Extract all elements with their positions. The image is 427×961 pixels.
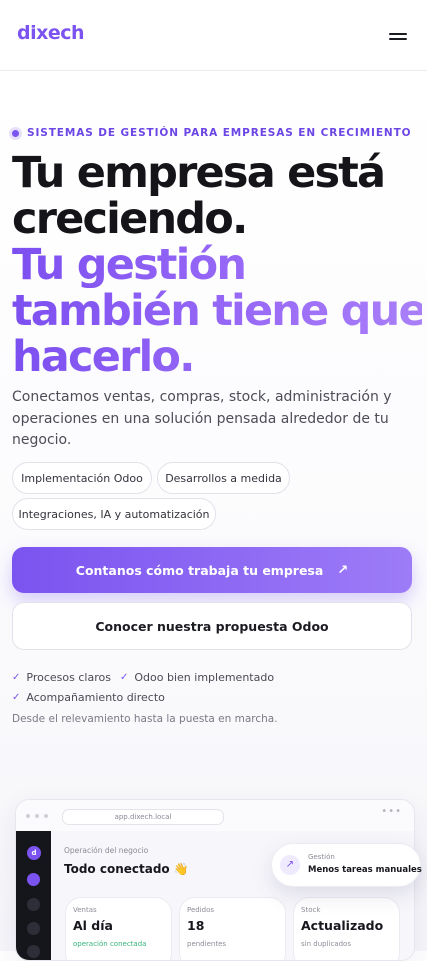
chip-desarrollos[interactable]: Desarrollos a medida [157, 462, 290, 494]
sidebar-nav-icon [27, 898, 40, 911]
metric-label: Pedidos [187, 906, 215, 914]
eyebrow-text: SISTEMAS DE GESTIÓN PARA EMPRESAS EN CRE… [27, 127, 412, 139]
headline-line: Tu empresa está [12, 148, 386, 198]
check-label: Acompañamiento directo [26, 691, 165, 704]
check-label: Procesos claros [26, 671, 111, 684]
badge-value: Menos tareas manuales [308, 865, 422, 875]
sidebar-nav-icon [27, 945, 40, 958]
metric-card: Stock Actualizado sin duplicados [293, 897, 400, 960]
check-item: ✓ Procesos claros [12, 671, 111, 684]
chip-integraciones[interactable]: Integraciones, IA y automatización [12, 498, 216, 530]
metric-card: Ventas Al día operación conectada [65, 897, 172, 960]
check-icon: ✓ [120, 672, 129, 683]
mockup-url: app.dixech.local [62, 809, 224, 825]
hero-headline: Tu empresa está creciendo. Tu gestión ta… [12, 148, 427, 380]
avatar: d [27, 846, 41, 860]
chip-odoo[interactable]: Implementación Odoo [12, 462, 152, 494]
metric-value: Al día [73, 918, 113, 933]
headline-accent-line: hacerlo. [12, 334, 422, 380]
mockup-browser-bar: app.dixech.local ••• [16, 800, 414, 832]
hero-lead: Conectamos ventas, compras, stock, admin… [12, 389, 392, 448]
odoo-proposal-label: Conocer nuestra propuesta Odoo [95, 618, 329, 634]
hero-eyebrow: SISTEMAS DE GESTIÓN PARA EMPRESAS EN CRE… [12, 127, 412, 139]
check-icon: ✓ [12, 672, 21, 683]
sidebar-nav-icon [27, 922, 40, 935]
hamburger-menu-icon[interactable] [385, 26, 411, 46]
contact-cta-label: Contanos cómo trabaja tu empresa [75, 562, 324, 578]
contact-cta-button[interactable]: Contanos cómo trabaja tu empresa ↗ [12, 547, 412, 593]
metric-label: Ventas [73, 906, 97, 914]
more-icon: ••• [381, 806, 402, 817]
metric-sub: pendientes [187, 940, 227, 948]
metric-value: Actualizado [301, 918, 384, 933]
check-item: ✓ Odoo bien implementado [120, 671, 274, 684]
floating-badge: ↗ Gestión Menos tareas manuales [271, 843, 422, 887]
odoo-proposal-button[interactable]: Conocer nuestra propuesta Odoo [12, 602, 412, 650]
mockup-section-label: Operación del negocio [64, 846, 149, 855]
headline-accent-line: también tiene que [12, 286, 427, 336]
metric-sub: operación conectada [73, 940, 147, 948]
mockup-title: Todo conectado 👋 [64, 862, 189, 876]
headline-line: creciendo. [12, 194, 248, 244]
check-label: Odoo bien implementado [134, 671, 275, 684]
arrow-up-right-icon: ↗ [337, 562, 349, 578]
metric-card: Pedidos 18 pendientes [179, 897, 286, 960]
metric-value: 18 [187, 918, 205, 933]
sidebar-nav-icon [27, 873, 40, 886]
site-header: dixech [0, 0, 427, 71]
metric-sub: sin duplicados [301, 940, 351, 948]
dot-icon [12, 129, 19, 137]
mockup-sidebar: d [16, 831, 51, 960]
arrow-up-right-icon: ↗ [280, 855, 300, 875]
check-icon: ✓ [12, 692, 21, 703]
headline-accent-line: Tu gestión [12, 242, 422, 288]
badge-label: Gestión [308, 853, 335, 861]
hero-note: Desde el relevamiento hasta la puesta en… [12, 713, 278, 725]
logo[interactable]: dixech [17, 22, 85, 44]
metric-label: Stock [301, 906, 321, 914]
check-item: ✓ Acompañamiento directo [12, 691, 165, 704]
